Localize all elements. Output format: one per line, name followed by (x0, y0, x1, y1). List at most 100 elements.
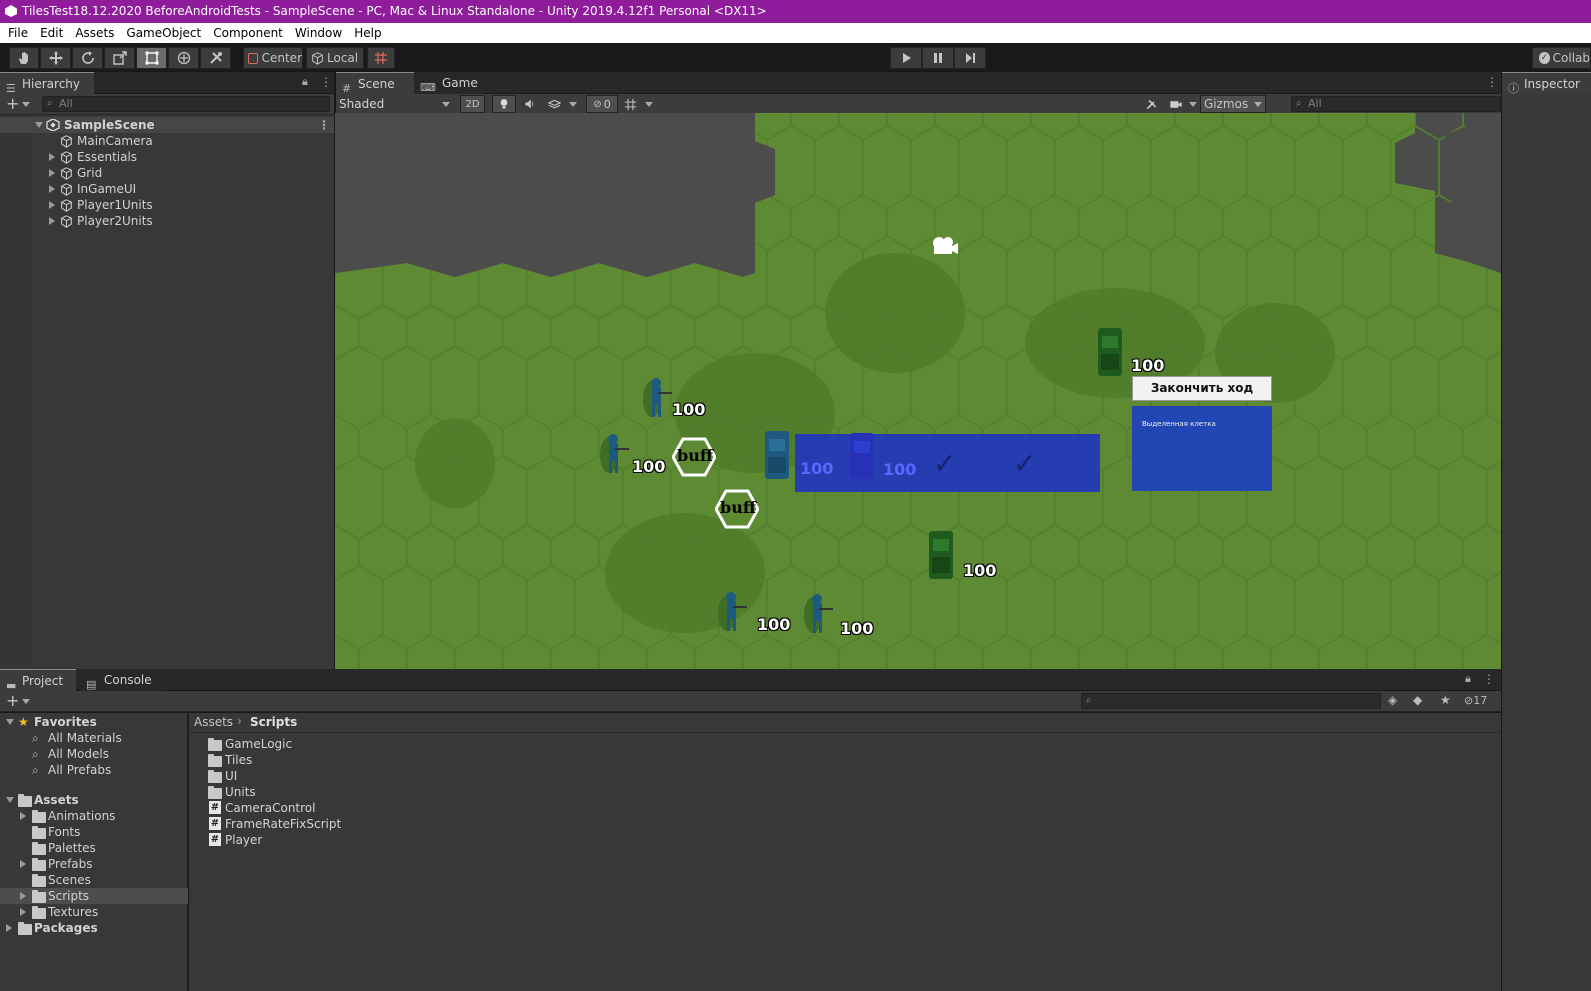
hierarchy-item-player1units[interactable]: Player1Units (0, 197, 334, 213)
search-by-type-icon[interactable]: ◈ (1388, 693, 1397, 707)
scene-menu-icon[interactable]: ⋮ (1486, 75, 1498, 89)
expand-arrow-icon[interactable] (20, 908, 26, 916)
folder-fonts[interactable]: Fonts (0, 824, 188, 840)
tab-inspector[interactable]: ⓘ Inspector (1502, 72, 1591, 95)
menu-edit[interactable]: Edit (34, 26, 69, 40)
expand-arrow-icon[interactable] (49, 201, 55, 209)
favorite-all-prefabs[interactable]: ⌕ All Prefabs (0, 762, 188, 778)
collab-button[interactable]: ✓ Collab (1532, 47, 1591, 69)
create-dropdown-caret-icon[interactable] (22, 699, 30, 704)
pause-button[interactable] (922, 47, 954, 69)
list-item-script[interactable]: # Player (189, 832, 589, 848)
tank-unit-icon[interactable] (847, 431, 877, 481)
rotate-tool-button[interactable] (72, 47, 103, 69)
folder-textures[interactable]: Textures (0, 904, 188, 920)
scene-row[interactable]: SampleScene ⋮ (0, 117, 334, 133)
packages-row[interactable]: Packages (0, 920, 188, 936)
expand-arrow-icon[interactable] (6, 797, 14, 803)
hierarchy-item-maincamera[interactable]: MainCamera (0, 133, 334, 149)
favorites-star-icon[interactable]: ★ (1440, 693, 1451, 707)
menu-window[interactable]: Window (289, 26, 348, 40)
soldier-unit-icon[interactable] (715, 589, 749, 633)
lock-icon[interactable]: 🔒︎ (302, 75, 308, 89)
effects-dropdown[interactable] (544, 95, 578, 113)
expand-arrow-icon[interactable] (20, 892, 26, 900)
tab-game[interactable]: ⌨ Game (414, 72, 484, 94)
soldier-unit-icon[interactable] (801, 591, 835, 635)
audio-toggle[interactable] (518, 95, 542, 113)
list-item-folder[interactable]: UI (189, 768, 589, 784)
step-button[interactable] (954, 47, 986, 69)
camera-settings-dropdown[interactable] (1166, 95, 1198, 113)
lighting-toggle[interactable] (492, 95, 516, 113)
assets-row[interactable]: Assets (0, 792, 188, 808)
favorites-row[interactable]: ★ Favorites (0, 714, 188, 730)
kebab-menu-icon[interactable]: ⋮ (1483, 672, 1495, 686)
expand-arrow-icon[interactable] (6, 924, 12, 932)
shading-mode-dropdown[interactable]: Shaded (339, 96, 454, 113)
expand-arrow-icon[interactable] (20, 812, 26, 820)
move-tool-button[interactable] (40, 47, 71, 69)
tab-project[interactable]: ▬ Project (0, 669, 76, 692)
check-icon[interactable]: ✓ (1013, 447, 1036, 480)
breadcrumb-assets[interactable]: Assets (194, 715, 233, 729)
list-item-script[interactable]: # FrameRateFixScript (189, 816, 589, 832)
expand-arrow-icon[interactable] (49, 217, 55, 225)
hierarchy-item-essentials[interactable]: Essentials (0, 149, 334, 165)
breadcrumb-scripts[interactable]: Scripts (250, 715, 297, 729)
menu-gameobject[interactable]: GameObject (120, 26, 207, 40)
hidden-packages-toggle[interactable]: ⊘17 (1464, 694, 1487, 707)
create-plus-button[interactable]: + (6, 691, 19, 710)
transform-tool-button[interactable] (168, 47, 199, 69)
grid-snap-button[interactable] (367, 47, 395, 69)
grid-visibility-dropdown[interactable] (620, 95, 654, 113)
scale-tool-button[interactable] (104, 47, 135, 69)
expand-arrow-icon[interactable] (35, 122, 43, 128)
expand-arrow-icon[interactable] (49, 169, 55, 177)
soldier-unit-icon[interactable] (597, 431, 631, 475)
folder-prefabs[interactable]: Prefabs (0, 856, 188, 872)
hand-tool-button[interactable] (9, 47, 39, 69)
expand-arrow-icon[interactable] (49, 153, 55, 161)
kebab-menu-icon[interactable]: ⋮ (320, 75, 332, 89)
folder-palettes[interactable]: Palettes (0, 840, 188, 856)
list-item-script[interactable]: # CameraControl (189, 800, 589, 816)
rect-tool-button[interactable] (136, 47, 167, 69)
list-item-folder[interactable]: Tiles (189, 752, 589, 768)
menu-assets[interactable]: Assets (69, 26, 120, 40)
hierarchy-search-input[interactable]: ⌕ All (42, 96, 330, 112)
create-dropdown-caret-icon[interactable] (22, 102, 30, 107)
scene-menu-icon[interactable]: ⋮ (318, 117, 330, 133)
menu-component[interactable]: Component (207, 26, 289, 40)
favorite-all-materials[interactable]: ⌕ All Materials (0, 730, 188, 746)
hidden-objects-toggle[interactable]: ⊘ 0 (586, 95, 618, 113)
expand-arrow-icon[interactable] (49, 185, 55, 193)
check-icon[interactable]: ✓ (933, 447, 956, 480)
hierarchy-item-ingameui[interactable]: InGameUI (0, 181, 334, 197)
hierarchy-item-grid[interactable]: Grid (0, 165, 334, 181)
menu-help[interactable]: Help (348, 26, 387, 40)
folder-scenes[interactable]: Scenes (0, 872, 188, 888)
enemy-tank-icon[interactable] (926, 529, 956, 581)
pivot-rotation-toggle[interactable]: Local (306, 47, 364, 69)
menu-file[interactable]: File (2, 26, 34, 40)
tab-console[interactable]: ▤ Console (80, 669, 162, 691)
scene-search-input[interactable]: ⌕ All (1291, 96, 1501, 112)
tab-hierarchy[interactable]: ☰ Hierarchy (0, 72, 94, 95)
gizmos-dropdown[interactable]: Gizmos (1200, 95, 1266, 113)
list-item-folder[interactable]: GameLogic (189, 736, 589, 752)
end-turn-button[interactable]: Закончить ход (1132, 376, 1272, 401)
list-item-folder[interactable]: Units (189, 784, 589, 800)
toggle-2d-button[interactable]: 2D (460, 95, 485, 113)
search-by-label-icon[interactable]: ◆ (1413, 693, 1422, 707)
tank-unit-icon[interactable] (762, 429, 792, 481)
project-search-input[interactable]: ⌕ (1081, 693, 1381, 709)
scene-viewport[interactable]: ✓ ✓ ✓ Выделенная клетка Закончить ход bu… (335, 113, 1501, 669)
folder-scripts[interactable]: Scripts (0, 888, 188, 904)
camera-gizmo-icon[interactable] (928, 234, 960, 258)
scene-tools-button[interactable] (1140, 95, 1162, 113)
pivot-center-toggle[interactable]: Center (243, 47, 303, 69)
folder-animations[interactable]: Animations (0, 808, 188, 824)
play-button[interactable] (890, 47, 922, 69)
favorite-all-models[interactable]: ⌕ All Models (0, 746, 188, 762)
